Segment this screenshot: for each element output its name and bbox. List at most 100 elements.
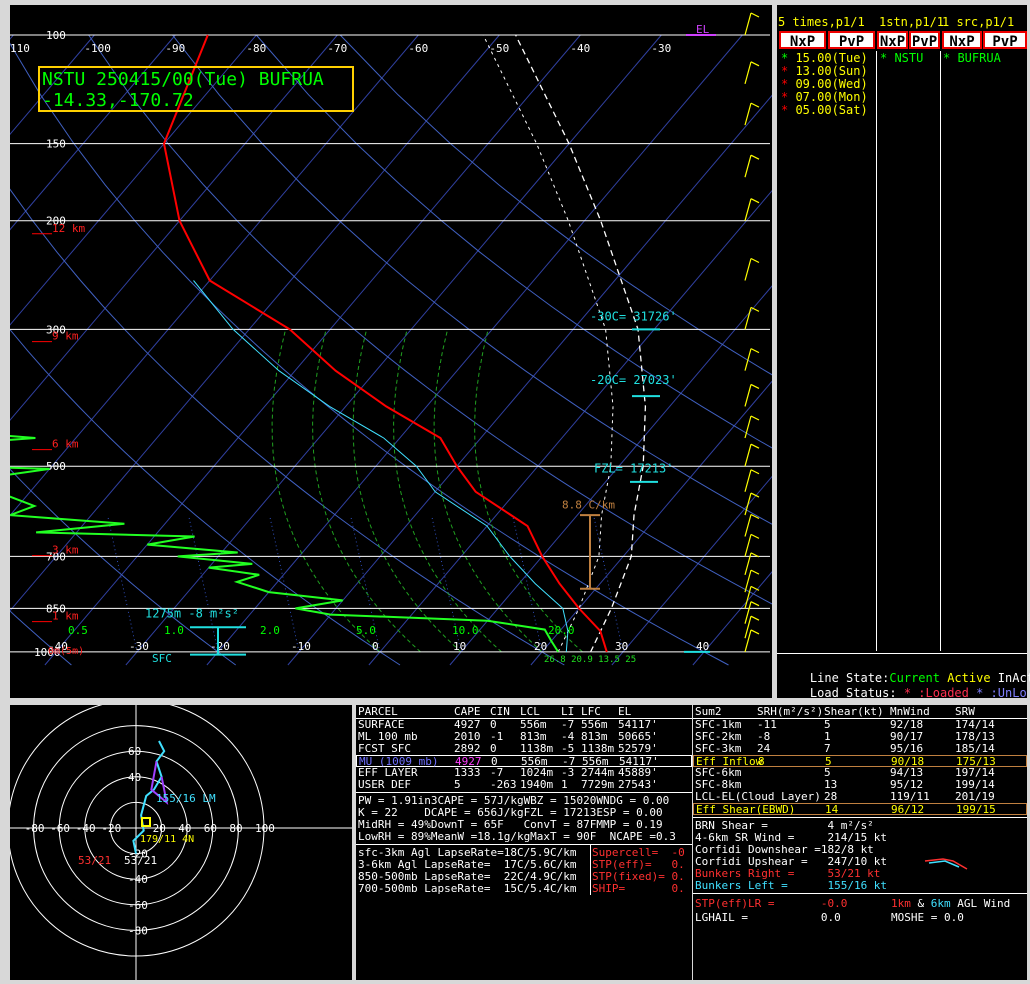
shear-cell: SRH(m²/s²) [757, 705, 824, 718]
m30c-label: -30C= 31726' [590, 309, 677, 323]
parcel-cell: 52579' [618, 742, 658, 755]
wind-barb-flag [750, 12, 760, 18]
mixing-ratio-line [593, 514, 624, 653]
hodo-x-label: -20 [101, 822, 121, 835]
dry-adiabat [88, 34, 772, 605]
times-list: * 15.00(Tue) * 13.00(Sun) * 09.00(Wed) * 07… [781, 52, 875, 117]
hodo-bn-label: 179/11 4N [140, 834, 194, 845]
isotherm-line [10, 34, 257, 326]
mixing-ratio-label: 2.0 [260, 624, 280, 637]
wind-barb-staff [744, 198, 752, 221]
lapse-rate-line: 700-500mb LapseRate= 15C/5.4C/km [358, 882, 577, 895]
shear-row: LCL-EL(Cloud Layer) 119/11 201/19 [693, 791, 1027, 803]
m20c-label: -20C= 27023' [590, 373, 677, 387]
parcel-cell: 1138m [581, 742, 615, 755]
shear-cell: SFC-3km [695, 742, 742, 755]
hodo-left-label: 53/21 [124, 854, 157, 867]
wind-barb-flag [750, 61, 760, 67]
parcel-cell: -263 [490, 778, 517, 791]
wind-barb-staff [744, 534, 752, 557]
dry-adiabat [10, 42, 729, 666]
temp-tick-label: -70 [327, 42, 347, 55]
parcel-cell: 1 [561, 778, 568, 791]
hodo-x-label: 60 [204, 822, 217, 835]
mixing-ratio-label: 10.0 [452, 624, 479, 637]
wind-barb-flag [750, 469, 760, 475]
src-prev-button[interactable]: PvP [983, 31, 1027, 50]
time-marker: * [781, 90, 796, 104]
shear-cell: 7 [824, 742, 831, 755]
wind-barb-flag [750, 601, 760, 607]
wind-barb [744, 257, 760, 281]
wind-barb-staff [744, 61, 752, 85]
lghail-line: LGHAIL = 0.0 [695, 911, 841, 924]
height-label: 12 km [52, 222, 85, 235]
eff-inflow-label: 1275m -8 m²s² [145, 607, 239, 621]
time-label: 07.00(Mon) [795, 90, 868, 104]
mini-hodo-icon [924, 858, 968, 870]
src-next-button[interactable]: NxP [942, 31, 982, 50]
height-label: 1 km [52, 610, 79, 623]
composite-param: SHIP= 0. [592, 882, 685, 895]
time-marker: * [781, 51, 796, 65]
wind-barb-staff [744, 514, 752, 537]
wind-barb-staff [744, 415, 752, 439]
stn-next-button[interactable]: NxP [877, 31, 908, 50]
shear-row: SFC-3km 24 7 95/16 185/14 [693, 743, 1027, 755]
wind-barb-staff [744, 12, 752, 36]
shear-cell: 24 [757, 742, 771, 755]
wind-barb-flag [750, 102, 760, 108]
times-next-button[interactable]: NxP [779, 31, 826, 50]
fzl-label: FZL= 17213' [594, 462, 673, 476]
shear-cell: 185/14 [955, 742, 995, 755]
parcel-trace [515, 34, 647, 653]
moshe-line: MOSHE = 0.0 [891, 911, 964, 924]
moist-adiabat [352, 329, 462, 653]
temp-tick-label: -90 [165, 42, 185, 55]
parcel-divider [356, 844, 692, 845]
parcel-cell: 27543' [618, 778, 658, 791]
control-panel: 5 times,p1/1 1stn,p1/1 1 src,p1/1 NxP Pv… [777, 5, 1030, 700]
wind-barb [744, 12, 760, 36]
bottom-temp-label: 20 [534, 640, 547, 653]
column-divider [940, 51, 941, 651]
parcel-cell: 7729m [581, 778, 615, 791]
shear-panel: Sum2 SRH(m²/s²) Shear(kt) MnWind SRW SFC-1km -… [693, 705, 1027, 980]
wind-barb [744, 492, 760, 516]
source-item[interactable]: * BUFRUA [943, 52, 1001, 64]
hodograph: -80 -60 -40 -20 20 40 60 80 1006040-20-40-60-801… [7, 699, 352, 980]
mixing-ratio-label: 1.0 [164, 624, 184, 637]
station-item[interactable]: * NSTU [880, 52, 923, 64]
temp-tick-label: -100 [84, 42, 111, 55]
bottom-temp-label: 0 [372, 640, 379, 653]
times-prev-button[interactable]: PvP [828, 31, 875, 50]
stn-prev-button[interactable]: PvP [909, 31, 940, 50]
src-header: 1 src,p1/1 [942, 15, 1015, 29]
height-label: 6 km [52, 438, 79, 451]
parcel-cell: LFC [581, 705, 601, 718]
shear-cell: 95/16 [890, 742, 924, 755]
hodo-rm-label: 53/21 [78, 854, 111, 867]
temp-tick-label: -80 [246, 42, 266, 55]
parcel-cell: 1940m [520, 778, 554, 791]
wind-legend-text: AGL Wind [950, 897, 1011, 910]
time-item[interactable]: * 05.00(Sat) [781, 104, 875, 117]
wind-barb-flag [750, 615, 760, 621]
shear-cell: Shear(kt) [824, 705, 884, 718]
moist-adiabat [393, 329, 502, 653]
hodo-x-label: -80 [25, 822, 45, 835]
sfc-values: 26.8 20.9 13.5 25 [544, 655, 636, 665]
station-box: NSTU 250415/00(Tue) BUFRUA -14.33,-170.7… [38, 66, 354, 112]
station-title: NSTU 250415/00(Tue) BUFRUA [42, 69, 324, 90]
load-unloaded: * :UnLo [976, 686, 1027, 700]
isotherm-line [125, 34, 662, 666]
hodo-y-label: -40 [128, 873, 148, 886]
dry-adiabat [10, 610, 72, 666]
shear-cell: 119/11 [890, 790, 930, 803]
parcel-cell: EL [618, 705, 632, 718]
parcel-cell: 5 [454, 778, 461, 791]
parcel-cell: 1138m [520, 742, 554, 755]
shear-cell: Eff Shear(EBWD) [696, 803, 796, 816]
shear-misc-line: Bunkers Left = 155/16 kt [695, 879, 888, 892]
parcel-cell: -5 [561, 742, 575, 755]
